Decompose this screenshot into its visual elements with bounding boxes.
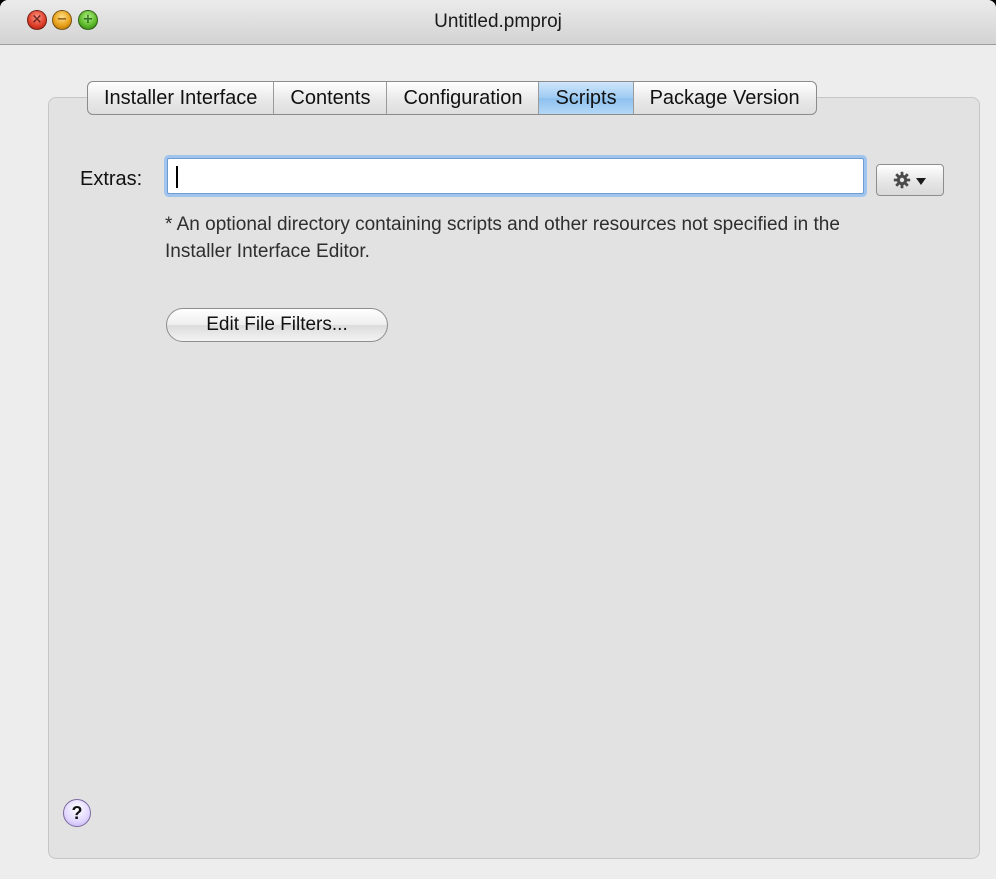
extras-description: * An optional directory containing scrip… [165,214,840,262]
title-bar[interactable]: × − + Untitled.pmproj [0,0,996,45]
action-menu-button[interactable] [876,164,944,196]
window-title: Untitled.pmproj [434,11,562,32]
tab-installer-interface[interactable]: Installer Interface [88,82,275,114]
tab-scripts[interactable]: Scripts [539,82,634,114]
edit-file-filters-button[interactable]: Edit File Filters... [166,308,388,342]
text-caret [176,166,178,188]
chevron-down-icon [915,171,927,190]
tab-bar: Installer Interface Contents Configurati… [87,81,817,115]
gear-icon [893,171,911,189]
tab-contents[interactable]: Contents [274,82,388,114]
help-button[interactable]: ? [63,799,91,827]
tab-configuration[interactable]: Configuration [387,82,540,114]
extras-label: Extras: [80,168,143,190]
extras-input[interactable] [167,158,864,194]
window: × − + Untitled.pmproj Installer Interfac… [0,0,996,879]
tab-package-version[interactable]: Package Version [634,82,816,114]
window-content: Installer Interface Contents Configurati… [0,45,996,879]
